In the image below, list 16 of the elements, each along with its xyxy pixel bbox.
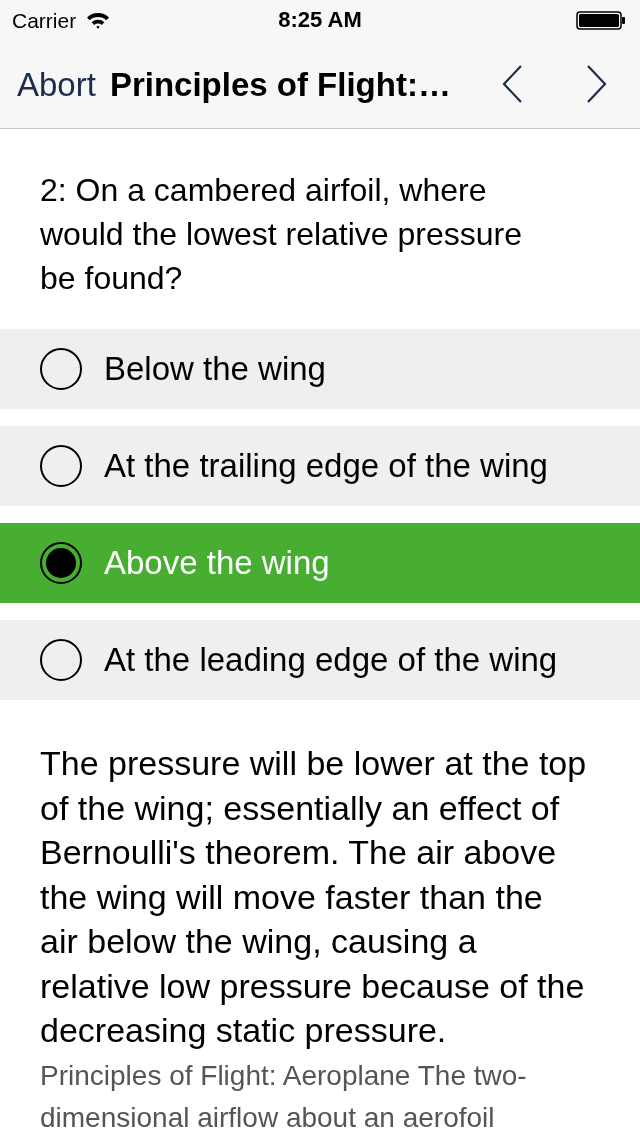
next-button[interactable] [586,64,608,104]
source-text: Principles of Flight: Aeroplane The two-dimensional airflow about an aerofoil [40,1058,528,1135]
carrier-label: Carrier [12,9,77,31]
answer-option[interactable]: Below the wing [0,329,640,409]
question-text: 2: On a cambered airfoil, where would the lowest relative pressure be found? [40,171,523,298]
wifi-icon [86,11,111,29]
explanation-text: The pressure will be lower at the top of the wing; essentially an effect of Bernoulli's theorem. The air above the wing will move faster than the air below the wing, causing a relative low pressure because of the decreasing static pressure. [40,743,588,1051]
answer-option[interactable]: At the trailing edge of the wing [0,426,640,506]
chevron-right-icon [586,64,608,104]
previous-button[interactable] [501,64,523,104]
abort-button[interactable]: Abort [17,67,96,101]
answer-option[interactable]: At the leading edge of the wing [0,620,640,700]
nav-title: Principles of Flight:… [109,67,451,101]
battery-icon [576,10,626,30]
chevron-left-icon [501,64,523,104]
status-time: 8:25 AM [278,9,362,31]
